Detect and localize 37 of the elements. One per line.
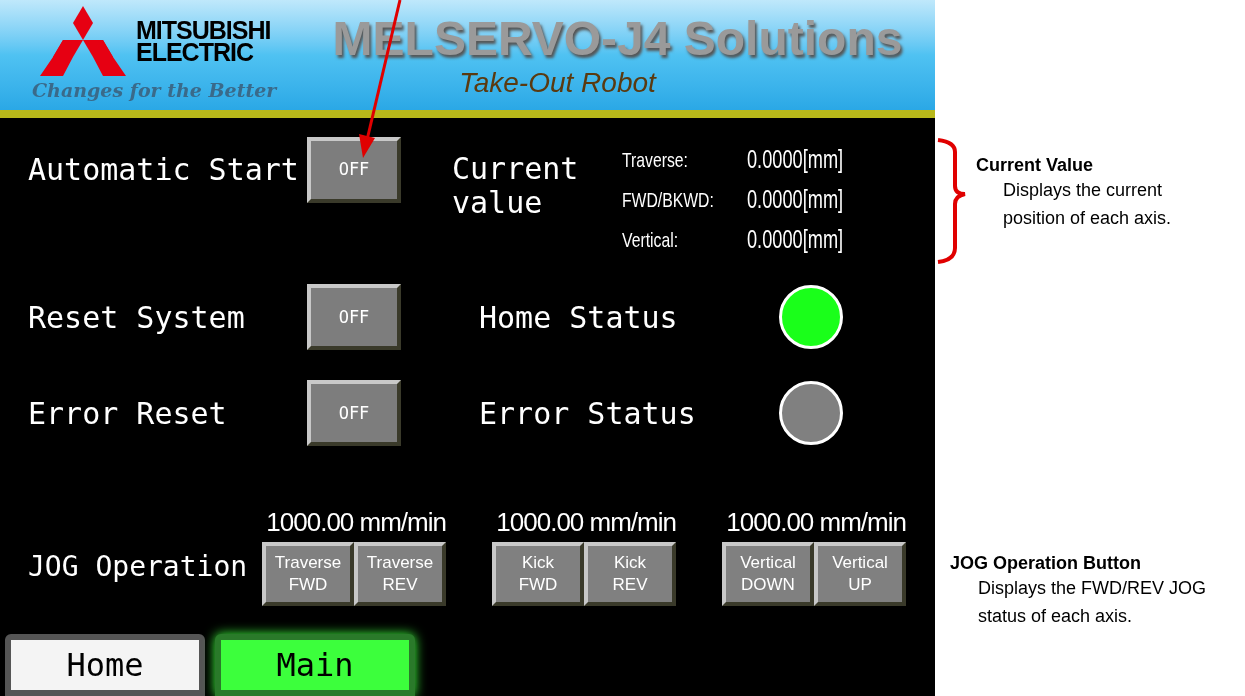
subtitle: Take-Out Robot: [459, 66, 656, 99]
axis-label: Traverse:: [622, 147, 689, 174]
tagline: Changes for the Better: [32, 77, 279, 103]
annotation-title: JOG Operation Button: [950, 552, 1142, 574]
brace-icon: [935, 138, 967, 264]
axis-value: 0.0000[mm]: [747, 143, 844, 177]
logo-icon: [40, 5, 126, 76]
status-label: Home Status: [479, 298, 679, 337]
control-label: Automatic Start: [28, 151, 300, 190]
annotation-text: Displays the FWD/REV JOG status of each axis.: [977, 577, 1208, 628]
jog-button[interactable]: Vertical DOWN: [722, 542, 814, 606]
jog-button[interactable]: Kick REV: [584, 542, 676, 606]
axis-label: Vertical:: [622, 227, 680, 254]
jog-label: JOG Operation: [28, 549, 249, 585]
current-value-label: Current value: [452, 151, 580, 222]
control-label: Error Reset: [28, 394, 228, 433]
annotation-text: Displays the current position of each axis.: [1002, 179, 1173, 230]
annotation-title: Current Value: [976, 154, 1095, 176]
axis-label: FWD/BKWD:: [622, 187, 715, 214]
off-button[interactable]: OFF: [307, 136, 401, 203]
control-label: Reset System: [28, 298, 246, 337]
brand-text: ELECTRIC: [136, 40, 253, 63]
off-button[interactable]: OFF: [307, 380, 401, 447]
off-button[interactable]: OFF: [307, 284, 401, 351]
brand-text: MITSUBISHI: [136, 18, 271, 41]
jog-speed: 1000.00 mm/min: [496, 506, 676, 539]
jog-speed: 1000.00 mm/min: [726, 506, 906, 539]
nav-button[interactable]: Main: [215, 634, 415, 696]
jog-button[interactable]: Traverse FWD: [262, 542, 354, 606]
nav-button[interactable]: Home: [5, 634, 205, 696]
jog-button[interactable]: Traverse REV: [354, 542, 446, 606]
jog-button[interactable]: Kick FWD: [492, 542, 584, 606]
axis-value: 0.0000[mm]: [747, 223, 844, 257]
jog-speed: 1000.00 mm/min: [266, 506, 446, 539]
axis-value: 0.0000[mm]: [747, 183, 844, 217]
status-label: Error Status: [479, 394, 697, 433]
jog-button[interactable]: Vertical UP: [814, 542, 906, 606]
